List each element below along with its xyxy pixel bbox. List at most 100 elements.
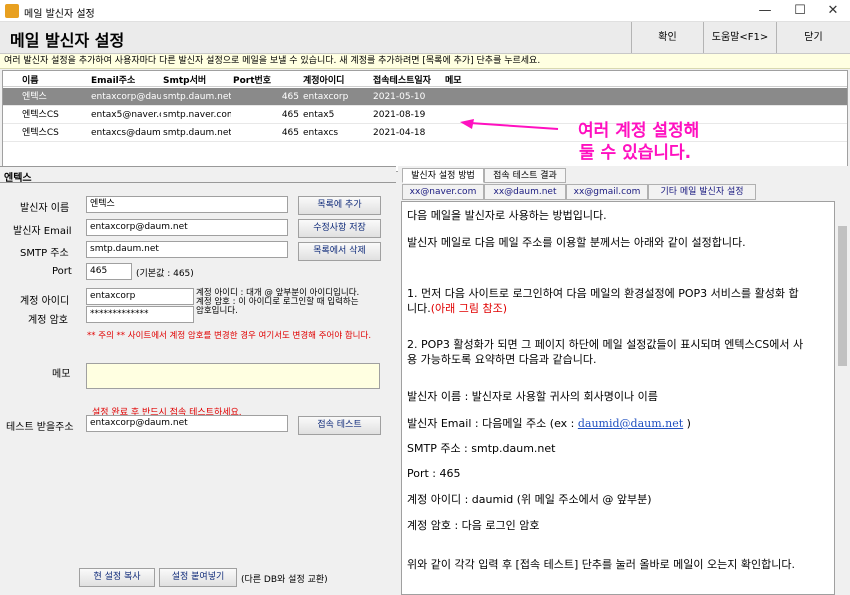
page-title: 메일 발신자 설정 [10,31,125,50]
guide-line: Port : 465 [407,467,461,480]
guide-text: 니다. [407,302,431,315]
copy-settings-button[interactable]: 현 설정 복사 [79,568,155,587]
ok-button[interactable]: 확인 [631,22,703,53]
cell-date: 2021-08-19 [373,110,426,120]
delete-from-list-button[interactable]: 목록에서 삭제 [298,242,381,261]
subtab-naver[interactable]: xx@naver.com [402,184,484,200]
col-header[interactable]: 접속테스트일자 [373,73,431,86]
col-header[interactable]: Smtp서버 [163,73,206,86]
cell-account: entax5 [303,110,335,120]
cell-email: entaxcs@daum.net [91,128,161,138]
guide-line: 1. 먼저 다음 사이트로 로그인하여 다음 메일의 환경설정에 POP3 서비… [407,287,799,300]
guide-line: 2. POP3 활성화가 되면 그 페이지 하단에 메일 설정값들이 표시되며 … [407,338,804,351]
guide-line: 발신자 이름 : 발신자로 사용할 귀사의 회사명이나 이름 [407,390,658,403]
info-bar: 여러 발신자 설정을 추가하여 사용자마다 다른 발신자 설정으로 메일을 보낼… [0,54,850,69]
table-row[interactable]: 엔텍스CS entaxcs@daum.net smtp.daum.net 465… [3,124,847,142]
callout-line-2: 둘 수 있습니다. [579,143,692,163]
account-password-input[interactable]: ************* [86,306,194,323]
col-header[interactable]: Port번호 [233,73,271,86]
guide-line: 발신자 Email : 다음메일 주소 (ex : daumid@daum.ne… [407,416,831,431]
annotation-arrow-icon [460,119,559,130]
grid-header: 이름 Email주소 Smtp서버 Port번호 계정아이디 접속테스트일자 메… [3,71,847,87]
minimize-button[interactable]: — [748,0,782,22]
annotation-callout: 여러 계정 설정해 둘 수 있습니다. [578,120,699,164]
cell-email: entax5@naver.com [91,110,161,120]
memo-input[interactable] [86,363,380,389]
test-address-label: 테스트 받을주소 [6,422,74,433]
guide-line: 다음 메일을 발신자로 사용하는 방법입니다. [407,209,607,222]
close-button[interactable]: 닫기 [776,22,850,53]
cell-account: entaxcorp [303,92,349,102]
account-id-label: 계정 아이디 [20,296,70,307]
col-header[interactable]: Email주소 [91,73,135,86]
cell-name: 엔텍스CS [22,110,59,120]
account-hint: 계정 아이디 : 대개 @ 앞부분이 아이디입니다. 계정 암호 : 이 아이디… [196,289,359,316]
col-header[interactable]: 계정아이디 [303,73,344,86]
email-link[interactable]: daumid@daum.net [578,417,683,430]
port-hint: (기본값 : 465) [136,269,194,279]
guide-line: 니다.(아래 그림 참조) [407,301,831,316]
tab-test-result[interactable]: 접속 테스트 결과 [484,168,566,183]
account-password-label: 계정 암호 [28,315,68,326]
window-title: 메일 발신자 설정 [24,9,95,20]
guide-document[interactable]: 다음 메일을 발신자로 사용하는 방법입니다. 발신자 메일로 다음 메일 주소… [401,201,835,595]
guide-line: 계정 아이디 : daumid (위 메일 주소에서 @ 앞부분) [407,493,652,506]
cell-account: entaxcs [303,128,339,138]
maximize-button[interactable]: ☐ [783,0,817,22]
guide-line: 계정 암호 : 다음 로그인 암호 [407,519,540,532]
col-header[interactable]: 이름 [22,73,39,86]
tab-setup-guide[interactable]: 발신자 설정 방법 [402,168,484,183]
app-icon [5,4,19,18]
copy-note: (다른 DB와 설정 교환) [241,575,328,585]
help-button[interactable]: 도움말<F1> [703,22,776,53]
sender-name-label: 발신자 이름 [20,203,70,214]
sender-name-input[interactable]: 엔텍스 [86,196,288,213]
cell-smtp: smtp.daum.net [163,128,231,138]
smtp-label: SMTP 주소 [20,248,69,259]
paste-settings-button[interactable]: 설정 붙여넣기 [159,568,237,587]
account-hint-line: 암호입니다. [196,306,238,316]
table-row[interactable]: 엔텍스 entaxcorp@daum.net smtp.daum.net 465… [3,88,847,106]
save-changes-button[interactable]: 수정사항 저장 [298,219,381,238]
cell-name: 엔텍스CS [22,128,59,138]
sender-email-input[interactable]: entaxcorp@daum.net [86,219,288,236]
port-input[interactable]: 465 [86,263,132,280]
subtab-gmail[interactable]: xx@gmail.com [566,184,648,200]
connection-test-button[interactable]: 접속 테스트 [298,416,381,435]
scrollbar-thumb[interactable] [838,226,847,366]
guide-line: SMTP 주소 : smtp.daum.net [407,442,556,455]
cell-port: 465 [281,110,299,120]
guide-red-note: (아래 그림 참조) [430,302,508,315]
smtp-input[interactable]: smtp.daum.net [86,241,288,258]
close-window-button[interactable]: ✕ [816,0,850,22]
password-warning: ** 주의 ** 사이트에서 계정 암호를 변경한 경우 여기서도 변경해 주어… [87,331,372,341]
cell-name: 엔텍스 [22,92,47,102]
divider [0,182,396,183]
window-titlebar [0,0,850,22]
header-bar: 메일 발신자 설정 확인 도움말<F1> 닫기 [0,22,850,54]
col-header[interactable]: 메모 [445,73,462,86]
callout-line-1: 여러 계정 설정해 [578,121,700,141]
subtab-daum[interactable]: xx@daum.net [484,184,566,200]
subtab-other[interactable]: 기타 메일 발신자 설정 [648,184,756,200]
guide-text: 발신자 Email : 다음메일 주소 (ex : [407,417,578,430]
sender-grid[interactable]: 이름 Email주소 Smtp서버 Port번호 계정아이디 접속테스트일자 메… [2,70,848,172]
guide-line: 위와 같이 각각 입력 후 [접속 테스트] 단추를 눌러 올바로 메일이 오는… [407,558,795,571]
test-address-input[interactable]: entaxcorp@daum.net [86,415,288,432]
account-id-input[interactable]: entaxcorp [86,288,194,305]
cell-date: 2021-04-18 [373,128,426,138]
guide-line: 용 가능하도록 요약하면 다음과 같습니다. [407,353,597,366]
guide-text: ) [683,417,691,430]
sender-email-label: 발신자 Email [13,226,72,237]
add-to-list-button[interactable]: 목록에 추가 [298,196,381,215]
cell-smtp: smtp.naver.com [163,110,231,120]
port-label: Port [52,266,72,277]
guide-line: 발신자 메일로 다음 메일 주소를 이용할 분께서는 아래와 같이 설정합니다. [407,236,746,249]
cell-email: entaxcorp@daum.net [91,92,161,102]
cell-port: 465 [281,128,299,138]
cell-smtp: smtp.daum.net [163,92,231,102]
memo-label: 메모 [52,369,71,380]
table-row[interactable]: 엔텍스CS entax5@naver.com smtp.naver.com 46… [3,106,847,124]
cell-port: 465 [281,92,299,102]
cell-date: 2021-05-10 [373,92,426,102]
